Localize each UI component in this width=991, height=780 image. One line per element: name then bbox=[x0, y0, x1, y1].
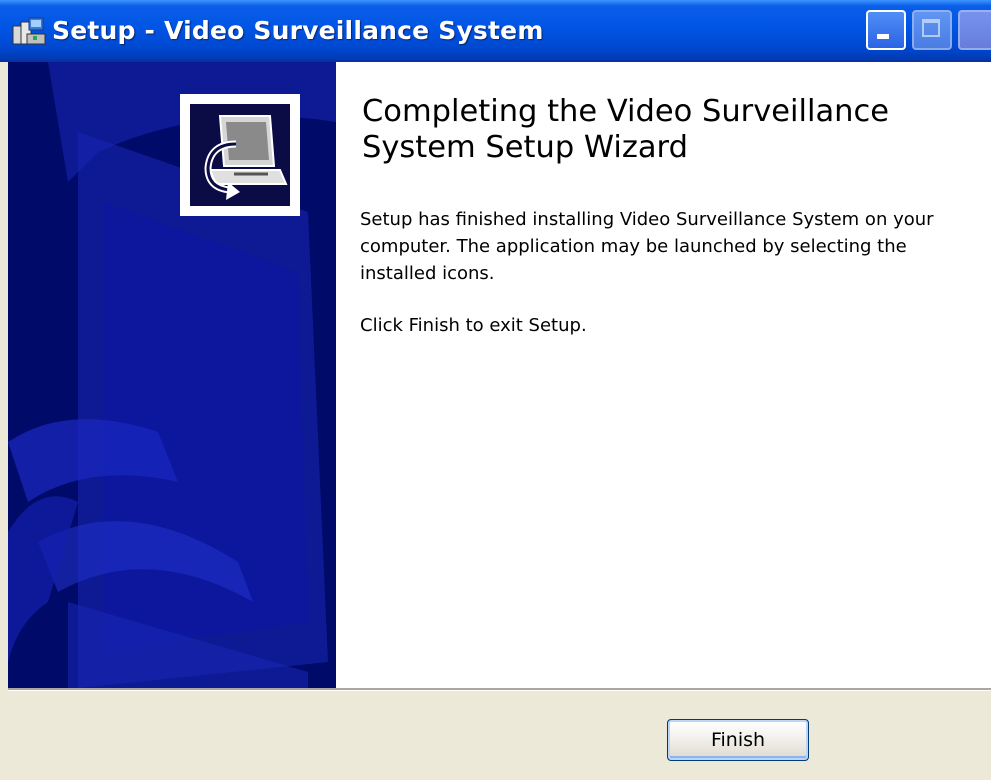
wizard-side-banner bbox=[8, 62, 336, 688]
minimize-button[interactable] bbox=[866, 10, 906, 50]
window-title: Setup - Video Surveillance System bbox=[52, 16, 544, 45]
wizard-heading: Completing the Video Surveillance System… bbox=[362, 94, 890, 165]
wizard-content: Completing the Video Surveillance System… bbox=[8, 62, 991, 688]
computer-install-icon bbox=[190, 104, 290, 206]
title-bar[interactable]: Setup - Video Surveillance System bbox=[0, 0, 991, 62]
finish-button[interactable]: Finish bbox=[667, 719, 809, 761]
setup-installer-icon bbox=[12, 17, 46, 45]
footer-divider bbox=[8, 688, 991, 691]
exit-instruction: Click Finish to exit Setup. bbox=[360, 315, 587, 336]
setup-window: Setup - Video Surveillance System Comple… bbox=[0, 0, 991, 780]
completion-message: Setup has finished installing Video Surv… bbox=[360, 209, 934, 284]
wizard-logo-frame bbox=[180, 94, 300, 216]
close-button[interactable] bbox=[958, 10, 991, 50]
maximize-button[interactable] bbox=[912, 10, 952, 50]
